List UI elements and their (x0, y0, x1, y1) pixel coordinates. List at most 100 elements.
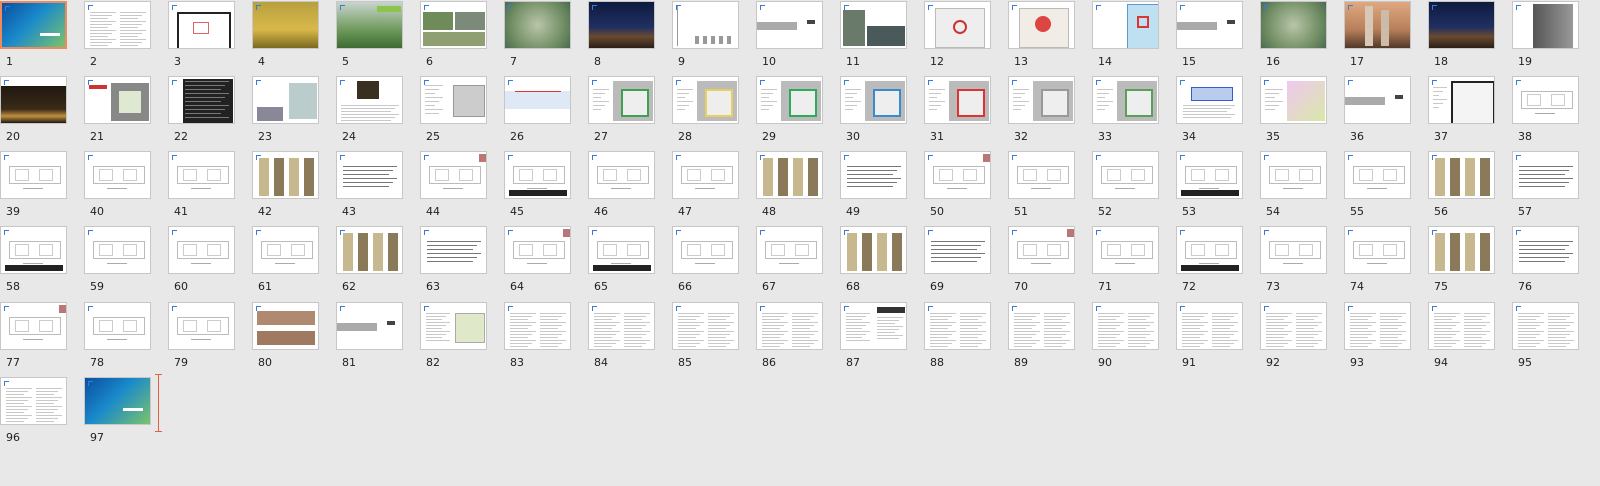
slide-thumbnail-77[interactable] (0, 302, 67, 350)
slide-thumbnail-51[interactable] (1008, 151, 1075, 199)
slide-thumbnail-53[interactable] (1176, 151, 1243, 199)
slide-thumbnail-19[interactable] (1512, 1, 1579, 49)
slide-thumbnail-54[interactable] (1260, 151, 1327, 199)
slide-thumbnail-96[interactable] (0, 377, 67, 425)
slide-thumbnail-82[interactable] (420, 302, 487, 350)
slide-thumbnail-7[interactable] (504, 1, 571, 49)
slide-thumbnail-1[interactable] (0, 1, 67, 49)
slide-thumbnail-42[interactable] (252, 151, 319, 199)
slide-thumbnail-85[interactable] (672, 302, 739, 350)
slide-thumbnail-40[interactable] (84, 151, 151, 199)
slide-thumbnail-74[interactable] (1344, 226, 1411, 274)
slide-thumbnail-8[interactable] (588, 1, 655, 49)
slide-thumbnail-78[interactable] (84, 302, 151, 350)
slide-thumbnail-48[interactable] (756, 151, 823, 199)
slide-thumbnail-17[interactable] (1344, 1, 1411, 49)
slide-thumbnail-63[interactable] (420, 226, 487, 274)
slide-thumbnail-43[interactable] (336, 151, 403, 199)
slide-number-label: 56 (1434, 205, 1448, 218)
slide-thumbnail-12[interactable] (924, 1, 991, 49)
slide-thumbnail-4[interactable] (252, 1, 319, 49)
slide-thumbnail-70[interactable] (1008, 226, 1075, 274)
slide-thumbnail-2[interactable] (84, 1, 151, 49)
slide-thumbnail-11[interactable] (840, 1, 907, 49)
slide-thumbnail-58[interactable] (0, 226, 67, 274)
slide-thumbnail-59[interactable] (84, 226, 151, 274)
slide-thumbnail-79[interactable] (168, 302, 235, 350)
slide-thumbnail-68[interactable] (840, 226, 907, 274)
slide-thumbnail-3[interactable] (168, 1, 235, 49)
slide-thumbnail-32[interactable] (1008, 76, 1075, 124)
slide-thumbnail-5[interactable] (336, 1, 403, 49)
slide-thumbnail-9[interactable] (672, 1, 739, 49)
slide-thumbnail-47[interactable] (672, 151, 739, 199)
slide-thumbnail-44[interactable] (420, 151, 487, 199)
slide-thumbnail-60[interactable] (168, 226, 235, 274)
slide-thumbnail-15[interactable] (1176, 1, 1243, 49)
slide-thumbnail-73[interactable] (1260, 226, 1327, 274)
slide-thumbnail-13[interactable] (1008, 1, 1075, 49)
slide-thumbnail-87[interactable] (840, 302, 907, 350)
slide-thumbnail-49[interactable] (840, 151, 907, 199)
slide-thumbnail-27[interactable] (588, 76, 655, 124)
slide-thumbnail-65[interactable] (588, 226, 655, 274)
slide-thumbnail-76[interactable] (1512, 226, 1579, 274)
slide-thumbnail-24[interactable] (336, 76, 403, 124)
slide-thumbnail-64[interactable] (504, 226, 571, 274)
slide-thumbnail-10[interactable] (756, 1, 823, 49)
slide-thumbnail-80[interactable] (252, 302, 319, 350)
slide-thumbnail-92[interactable] (1260, 302, 1327, 350)
slide-thumbnail-81[interactable] (336, 302, 403, 350)
slide-thumbnail-18[interactable] (1428, 1, 1495, 49)
slide-thumbnail-94[interactable] (1428, 302, 1495, 350)
slide-thumbnail-41[interactable] (168, 151, 235, 199)
slide-thumbnail-30[interactable] (840, 76, 907, 124)
slide-thumbnail-37[interactable] (1428, 76, 1495, 124)
slide-thumbnail-31[interactable] (924, 76, 991, 124)
slide-thumbnail-16[interactable] (1260, 1, 1327, 49)
slide-thumbnail-39[interactable] (0, 151, 67, 199)
slide-thumbnail-29[interactable] (756, 76, 823, 124)
slide-thumbnail-95[interactable] (1512, 302, 1579, 350)
slide-number-label: 94 (1434, 356, 1448, 369)
slide-thumbnail-72[interactable] (1176, 226, 1243, 274)
slide-thumbnail-97[interactable] (84, 377, 151, 425)
slide-thumbnail-6[interactable] (420, 1, 487, 49)
slide-thumbnail-14[interactable] (1092, 1, 1159, 49)
slide-thumbnail-69[interactable] (924, 226, 991, 274)
slide-thumbnail-71[interactable] (1092, 226, 1159, 274)
slide-thumbnail-84[interactable] (588, 302, 655, 350)
slide-thumbnail-34[interactable] (1176, 76, 1243, 124)
slide-thumbnail-38[interactable] (1512, 76, 1579, 124)
slide-thumbnail-28[interactable] (672, 76, 739, 124)
slide-thumbnail-86[interactable] (756, 302, 823, 350)
slide-thumbnail-93[interactable] (1344, 302, 1411, 350)
slide-thumbnail-50[interactable] (924, 151, 991, 199)
slide-thumbnail-56[interactable] (1428, 151, 1495, 199)
slide-thumbnail-26[interactable] (504, 76, 571, 124)
slide-thumbnail-83[interactable] (504, 302, 571, 350)
slide-thumbnail-61[interactable] (252, 226, 319, 274)
slide-thumbnail-33[interactable] (1092, 76, 1159, 124)
slide-thumbnail-36[interactable] (1344, 76, 1411, 124)
slide-thumbnail-21[interactable] (84, 76, 151, 124)
slide-thumbnail-90[interactable] (1092, 302, 1159, 350)
slide-thumbnail-89[interactable] (1008, 302, 1075, 350)
slide-thumbnail-62[interactable] (336, 226, 403, 274)
slide-thumbnail-25[interactable] (420, 76, 487, 124)
slide-thumbnail-35[interactable] (1260, 76, 1327, 124)
slide-thumbnail-45[interactable] (504, 151, 571, 199)
slide-thumbnail-20[interactable] (0, 76, 67, 124)
slide-thumbnail-91[interactable] (1176, 302, 1243, 350)
slide-thumbnail-88[interactable] (924, 302, 991, 350)
slide-thumbnail-46[interactable] (588, 151, 655, 199)
slide-thumbnail-22[interactable] (168, 76, 235, 124)
slide-sorter-grid: 1 2 3 4 5 6 7 8 9 10 11 12 13 14 15 16 17 18 19 20 21 22 23 24 2… (0, 0, 1600, 486)
slide-thumbnail-67[interactable] (756, 226, 823, 274)
slide-thumbnail-66[interactable] (672, 226, 739, 274)
slide-thumbnail-55[interactable] (1344, 151, 1411, 199)
slide-thumbnail-75[interactable] (1428, 226, 1495, 274)
slide-thumbnail-23[interactable] (252, 76, 319, 124)
slide-thumbnail-57[interactable] (1512, 151, 1579, 199)
slide-thumbnail-52[interactable] (1092, 151, 1159, 199)
